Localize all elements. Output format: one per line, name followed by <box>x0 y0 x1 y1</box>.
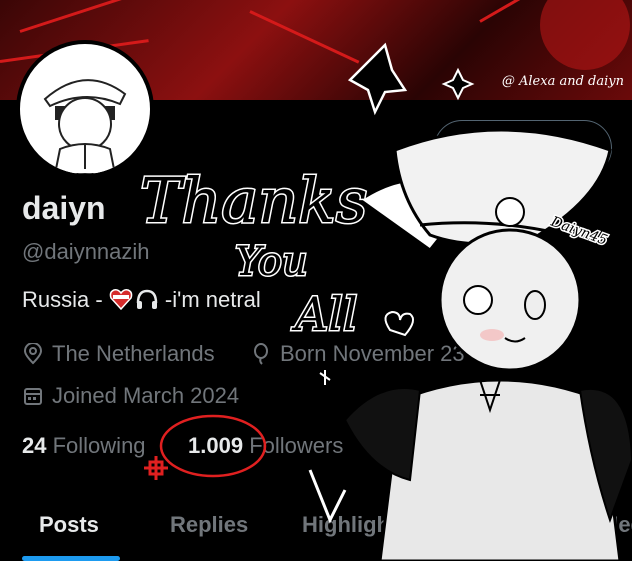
overlay-line-thanks: Thanks <box>140 164 368 237</box>
profile-location: The Netherlands <box>22 341 215 367</box>
tab-highlights[interactable]: Highlights <box>302 512 410 538</box>
cross-icon <box>144 456 168 480</box>
tab-replies[interactable]: Replies <box>170 512 248 538</box>
banner-watermark: @ Alexa and daiyn <box>501 74 624 89</box>
bio-prefix: Russia - <box>22 287 109 312</box>
active-tab-indicator <box>22 556 120 561</box>
bio-suffix: -i'm netral <box>158 287 261 312</box>
profile-name: daiyn <box>22 190 106 226</box>
cap-badge-text: Daiyn45 <box>548 213 610 249</box>
tab-posts[interactable]: Posts <box>39 512 99 538</box>
profile-joined: Joined March 2024 <box>22 383 239 409</box>
joined-text: Joined March 2024 <box>52 383 240 408</box>
following-stat[interactable]: 24 Following <box>22 433 146 459</box>
birthday-balloon-icon <box>254 343 268 365</box>
profile-birthday: Born November 23 <box>250 341 465 367</box>
following-count: 24 <box>22 433 47 458</box>
following-label: Following <box>52 433 146 458</box>
location-pin-icon <box>23 343 43 365</box>
profile-bio: Russia - -i'm netral <box>22 287 261 316</box>
tab-media[interactable]: Media <box>600 512 632 538</box>
overlay-line-you: You <box>235 239 308 285</box>
followers-count: 1.009 <box>188 433 244 458</box>
headphones-icon <box>135 288 159 316</box>
profile-tabs: Posts Replies Highlights Media <box>0 500 632 550</box>
heart-icon <box>109 288 133 316</box>
calendar-icon <box>24 388 42 405</box>
edit-profile-button[interactable]: Edit profile <box>434 120 612 176</box>
followers-label: Followers <box>249 433 344 458</box>
avatar[interactable] <box>16 40 154 178</box>
birthday-text: Born November 23 <box>280 341 465 366</box>
skull-icon <box>495 197 525 227</box>
overlay-line-all: All <box>291 287 358 341</box>
profile-handle: @daiynnazih <box>22 239 150 264</box>
drawn-heart-icon <box>384 310 415 337</box>
location-text: The Netherlands <box>52 341 215 366</box>
followers-stat[interactable]: 1.009 Followers <box>188 433 343 459</box>
